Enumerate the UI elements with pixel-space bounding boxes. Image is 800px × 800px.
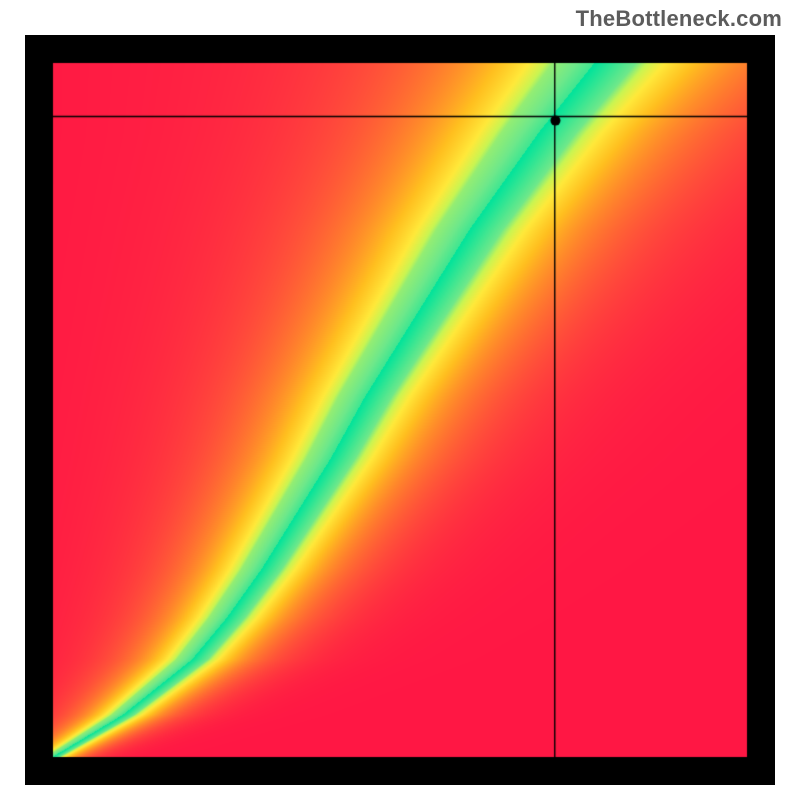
attribution-label: TheBottleneck.com: [576, 6, 782, 32]
heatmap-canvas: [25, 35, 775, 785]
chart-container: TheBottleneck.com: [0, 0, 800, 800]
